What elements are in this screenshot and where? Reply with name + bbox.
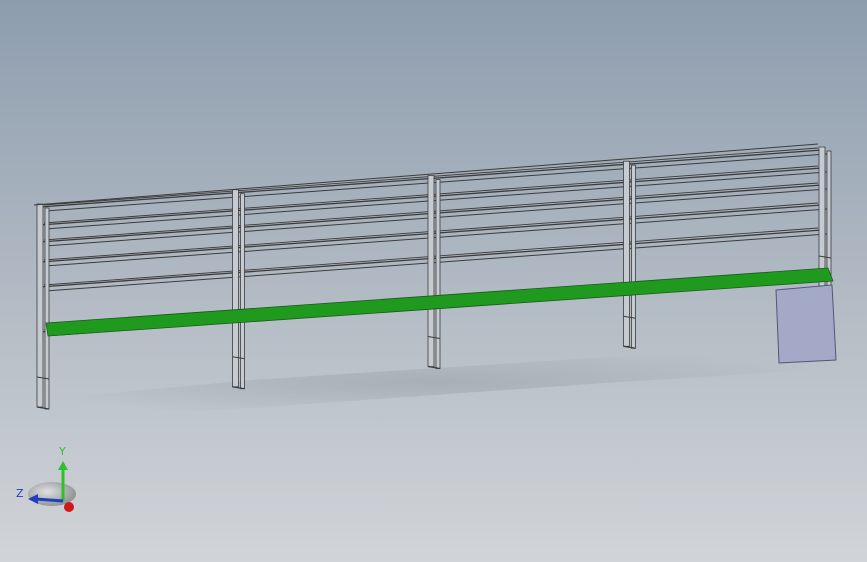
- view-triad: [28, 461, 76, 512]
- frame-leg-inner: [826, 150, 832, 289]
- frame-leg-inner: [435, 179, 441, 369]
- z-axis-icon: [35, 497, 64, 503]
- frame-leg: [36, 203, 44, 408]
- side-cabinet-panel: [775, 284, 837, 364]
- x-axis-icon: [64, 502, 74, 512]
- 3d-viewport[interactable]: Y Z: [0, 0, 867, 562]
- triad-z-label: Z: [16, 487, 24, 500]
- triad-y-label: Y: [59, 445, 66, 458]
- frame-leg: [623, 160, 630, 347]
- floor-shadow: [20, 345, 850, 420]
- y-arrow-icon: [58, 461, 68, 470]
- workbench-model[interactable]: [0, 0, 867, 562]
- frame-leg-inner: [631, 164, 636, 349]
- frame-leg-inner: [240, 193, 245, 390]
- frame-leg: [818, 146, 826, 287]
